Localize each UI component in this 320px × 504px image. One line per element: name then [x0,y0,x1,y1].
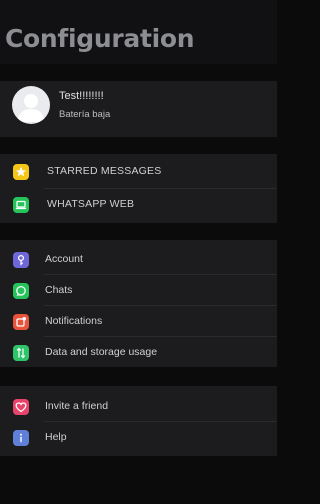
profile-name: Test!!!!!!!! [59,90,104,102]
data-transfer-icon [13,345,29,361]
whatsapp-web-item[interactable]: WHATSAPP WEB [0,189,277,219]
account-label: Account [45,253,83,265]
avatar[interactable] [12,86,50,124]
laptop-icon [13,197,29,213]
invite-friend-item[interactable]: Invite a friend [0,391,277,421]
data-storage-item[interactable]: Data and storage usage [0,337,277,367]
default-avatar-icon [17,94,45,122]
chats-item[interactable]: Chats [0,275,277,305]
data-storage-label: Data and storage usage [45,346,158,358]
notifications-item[interactable]: Notifications [0,306,277,336]
heart-icon [13,399,29,415]
profile-status: Batería baja [59,109,111,120]
help-label: Help [45,431,67,443]
account-item[interactable]: Account [0,244,277,274]
starred-messages-item[interactable]: STARRED MESSAGES [0,156,277,186]
quick-links-card: STARRED MESSAGES WHATSAPP WEB [0,154,277,223]
settings-card: Account Chats Notifications Data and sto… [0,240,277,367]
support-card: Invite a friend Help [0,386,277,456]
whatsapp-web-label: WHATSAPP WEB [47,198,135,210]
chats-label: Chats [45,284,73,296]
invite-friend-label: Invite a friend [45,400,109,412]
notification-icon [13,314,29,330]
notifications-label: Notifications [45,315,103,327]
whatsapp-icon [13,283,29,299]
page-title: Configuration [5,24,195,53]
starred-messages-label: STARRED MESSAGES [47,165,162,177]
profile-card[interactable]: Test!!!!!!!! Batería baja [0,81,277,137]
key-icon [13,252,29,268]
help-item[interactable]: Help [0,422,277,452]
header-bar: Configuration [0,0,277,64]
star-icon [13,164,29,180]
info-icon [13,430,29,446]
